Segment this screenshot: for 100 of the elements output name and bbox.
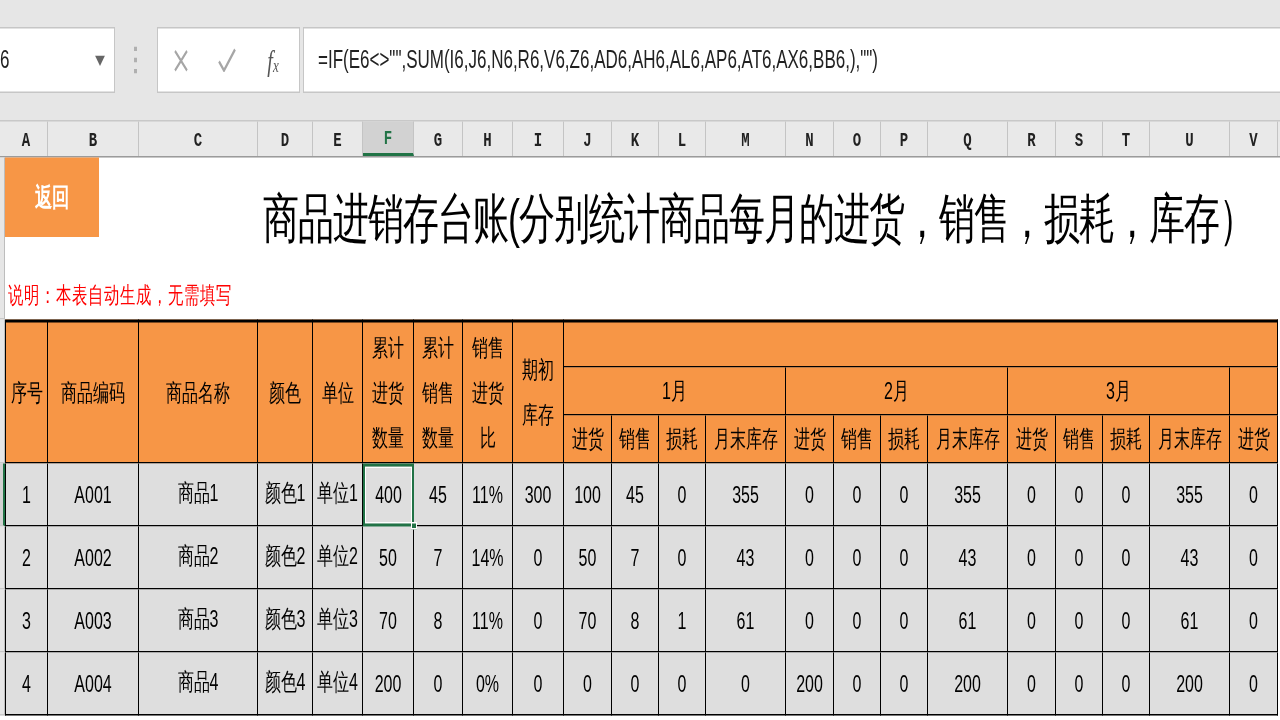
table-cell: 0 <box>881 589 928 653</box>
table-cell: 1 <box>5 463 48 527</box>
table-cell: 11% <box>463 463 513 527</box>
table-cell: 100 <box>564 463 612 527</box>
table-cell: 单位4 <box>313 652 363 716</box>
table-cell: 单位2 <box>313 526 363 590</box>
table-cell: 14% <box>463 526 513 590</box>
grip-icon <box>134 46 137 74</box>
table-cell: 0 <box>1056 589 1103 653</box>
table-header-cell: 累计销售数量 <box>414 319 463 464</box>
table-cell: 355 <box>706 463 786 527</box>
table-cell: 200 <box>363 652 414 716</box>
check-icon <box>218 48 236 72</box>
name-box[interactable]: 6 <box>0 27 115 93</box>
caret-down-icon[interactable] <box>95 54 105 66</box>
table-cell: A003 <box>48 589 139 653</box>
table-cell: 355 <box>928 463 1008 527</box>
table-header-cell: 月末库存 <box>706 415 786 464</box>
month-header-cell: 2月 <box>786 367 1008 416</box>
table-cell: 颜色2 <box>258 526 313 590</box>
table-cell: A002 <box>48 526 139 590</box>
column-header[interactable]: R <box>1008 121 1056 156</box>
month-header-cell <box>1230 367 1278 416</box>
table-cell: 61 <box>706 589 786 653</box>
column-header[interactable]: Q <box>928 121 1008 156</box>
column-header[interactable]: O <box>834 121 881 156</box>
table-cell: A004 <box>48 652 139 716</box>
table-cell: 0 <box>1056 652 1103 716</box>
column-header[interactable]: C <box>139 121 258 156</box>
table-cell: 0 <box>1103 652 1150 716</box>
table-header-cell: 进货 <box>1230 415 1278 464</box>
insert-function-button[interactable]: f$_{x}$ <box>250 28 296 92</box>
table-cell: 8 <box>414 589 463 653</box>
table-cell: 0 <box>564 652 612 716</box>
column-header[interactable]: I <box>513 121 564 156</box>
table-cell: 200 <box>928 652 1008 716</box>
table-header-cell: 损耗 <box>659 415 706 464</box>
column-header[interactable]: U <box>1150 121 1230 156</box>
table-cell: 0 <box>513 652 564 716</box>
table-cell: 0 <box>513 526 564 590</box>
table-cell: 0 <box>659 652 706 716</box>
table-cell: 43 <box>1150 526 1230 590</box>
column-header[interactable]: J <box>564 121 612 156</box>
table-header-cell: 单位 <box>313 319 363 464</box>
column-header[interactable]: T <box>1103 121 1150 156</box>
table-cell: 11% <box>463 589 513 653</box>
table-cell: 43 <box>928 526 1008 590</box>
table-cell: 商品2 <box>139 526 258 590</box>
table-cell: 颜色3 <box>258 589 313 653</box>
table-cell: 61 <box>928 589 1008 653</box>
column-header[interactable]: B <box>48 121 139 156</box>
column-header[interactable]: M <box>706 121 786 156</box>
table-cell: 7 <box>612 526 659 590</box>
table-cell: 0 <box>1230 589 1278 653</box>
table-cell: 0 <box>1056 526 1103 590</box>
table-header-cell: 商品名称 <box>139 319 258 464</box>
table-cell: 0 <box>612 652 659 716</box>
row-header[interactable] <box>0 463 5 527</box>
table-cell: 45 <box>414 463 463 527</box>
table-cell: 300 <box>513 463 564 527</box>
table-cell: 0 <box>834 652 881 716</box>
table-cell: 0% <box>463 652 513 716</box>
table-cell: 0 <box>414 652 463 716</box>
column-header[interactable]: G <box>414 121 463 156</box>
table-cell: 400 <box>363 463 414 527</box>
column-header[interactable]: D <box>258 121 313 156</box>
table-cell: 70 <box>363 589 414 653</box>
column-header[interactable]: F <box>363 121 414 156</box>
table-cell: 355 <box>1150 463 1230 527</box>
table-header-cell: 商品编码 <box>48 319 139 464</box>
column-header[interactable]: L <box>659 121 706 156</box>
table-cell: 0 <box>786 589 834 653</box>
column-header[interactable]: S <box>1056 121 1103 156</box>
table-header-cell: 累计进货数量 <box>363 319 414 464</box>
column-header[interactable]: N <box>786 121 834 156</box>
column-header[interactable]: P <box>881 121 928 156</box>
table-cell: 商品3 <box>139 589 258 653</box>
table-cell: 70 <box>564 589 612 653</box>
note-text: 说明：本表自动生成，无需填写 <box>8 281 233 310</box>
table-header-cell: 月末库存 <box>928 415 1008 464</box>
column-header[interactable]: V <box>1230 121 1278 156</box>
table-cell: 0 <box>834 526 881 590</box>
table-cell: 8 <box>612 589 659 653</box>
table-cell: 0 <box>834 463 881 527</box>
table-cell: 0 <box>1008 526 1056 590</box>
table-header-cell: 进货 <box>564 415 612 464</box>
table-cell: 单位1 <box>313 463 363 527</box>
table-cell: 50 <box>564 526 612 590</box>
table-cell: 0 <box>786 526 834 590</box>
table-header-cell: 进货 <box>786 415 834 464</box>
table-cell: 0 <box>1103 526 1150 590</box>
table-cell: 商品1 <box>139 463 258 527</box>
table-cell: 0 <box>513 589 564 653</box>
table-cell: 2 <box>5 526 48 590</box>
column-header[interactable]: A <box>5 121 48 156</box>
column-header[interactable]: H <box>463 121 513 156</box>
formula-field[interactable]: =IF(E6<>"",SUM(I6,J6,N6,R6,V6,Z6,AD6,AH6,AL6,AP6,AT6,AX6,BB6,),"") <box>303 27 1280 93</box>
column-header[interactable]: K <box>612 121 659 156</box>
table-cell: 43 <box>706 526 786 590</box>
table-cell: 3 <box>5 589 48 653</box>
